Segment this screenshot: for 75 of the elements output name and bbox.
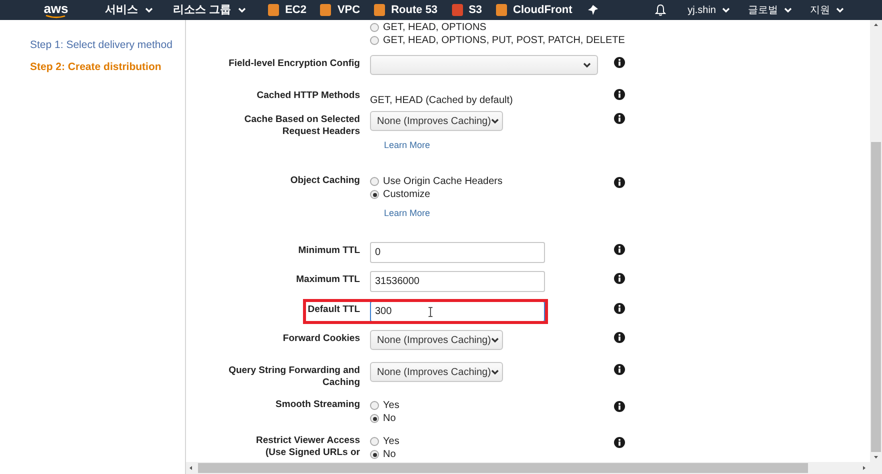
radio-button[interactable] [370,23,379,32]
service-shortcut[interactable]: CloudFront [496,2,572,18]
caret-icon [238,7,246,13]
account-menu[interactable]: 지원 [810,2,844,18]
radio-label: GET, HEAD, OPTIONS [383,22,486,32]
caret-icon [490,369,499,375]
caret-icon [490,118,499,124]
radio-button[interactable] [370,450,379,459]
field-label: Default TTL [308,304,360,316]
service-shortcut[interactable]: Route 53 [374,2,438,18]
info-icon[interactable] [614,113,625,124]
caret-icon [836,7,844,13]
aws-logo[interactable]: aws [41,2,71,18]
info-icon[interactable] [614,177,625,188]
scrollbar-thumb[interactable] [198,463,808,473]
field-label: Forward Cookies [282,333,360,345]
radio-button[interactable] [370,36,379,45]
radio-button[interactable] [370,177,379,186]
radio-button[interactable] [370,401,379,410]
field-label: Restrict Viewer Access (Use Signed URLs or [256,435,360,459]
radio-label: No [383,414,396,424]
field-label: Field-level Encryption Config [228,58,360,70]
step-link[interactable]: Step 1: Select delivery method [30,38,172,54]
radio-label: No [383,450,396,460]
service-shortcut[interactable]: EC2 [268,2,306,18]
radio-button[interactable] [370,437,379,446]
info-icon[interactable] [614,89,625,100]
text-cursor-icon [428,306,433,316]
input-field[interactable]: 0 [370,242,545,263]
bell-icon[interactable] [654,4,666,16]
service-shortcut[interactable]: VPC [320,2,360,18]
dropdown[interactable]: None (Improves Caching) [370,362,503,382]
radio-label: Use Origin Cache Headers [383,176,502,186]
account-menu[interactable]: yj.shin [688,2,730,18]
field-label: Query String Forwarding and Caching [228,365,360,389]
info-icon[interactable] [614,364,625,375]
cached-methods-text: GET, HEAD (Cached by default) [370,95,513,106]
info-icon[interactable] [614,244,625,255]
info-icon[interactable] [614,332,625,343]
field-label: Maximum TTL [296,274,360,286]
info-icon[interactable] [614,273,625,284]
service-shortcut[interactable]: S3 [452,2,482,18]
radio-button[interactable] [370,190,379,199]
dropdown[interactable]: None (Improves Caching) [370,111,503,131]
info-icon[interactable] [614,303,625,314]
radio-label: GET, HEAD, OPTIONS, PUT, POST, PATCH, DELETE [383,36,625,46]
dropdown[interactable]: None (Improves Caching) [370,330,503,350]
radio-label: Yes [383,400,400,410]
info-icon[interactable] [614,437,625,448]
input-field[interactable]: 31536000 [370,271,545,292]
learn-more-link[interactable]: Learn More [384,139,430,152]
learn-more-link[interactable]: Learn More [384,207,430,220]
account-menu[interactable]: 글로벌 [748,2,792,18]
info-icon[interactable] [614,57,625,68]
vertical-scrollbar[interactable] [870,20,882,462]
scrollbar-thumb[interactable] [871,142,881,452]
field-label: Cache Based on Selected Request Headers [244,114,360,138]
input-field[interactable]: 300 [370,301,545,322]
caret-icon [784,7,792,13]
caret-icon [145,7,153,13]
nav-menu[interactable]: 서비스 [105,2,153,18]
nav-menu[interactable]: 리소스 그룹 [173,2,246,18]
horizontal-scrollbar[interactable] [186,462,870,474]
field-label: Smooth Streaming [276,399,360,411]
radio-label: Yes [383,436,400,446]
caret-icon [722,7,730,13]
radio-label: Customize [383,190,430,200]
radio-button[interactable] [370,414,379,423]
caret-icon [490,337,499,343]
field-label: Cached HTTP Methods [256,90,360,102]
field-label: Minimum TTL [298,245,360,257]
caret-icon [583,62,591,68]
pin-icon[interactable] [588,5,598,15]
info-icon[interactable] [614,401,625,412]
field-label: Object Caching [290,175,360,187]
